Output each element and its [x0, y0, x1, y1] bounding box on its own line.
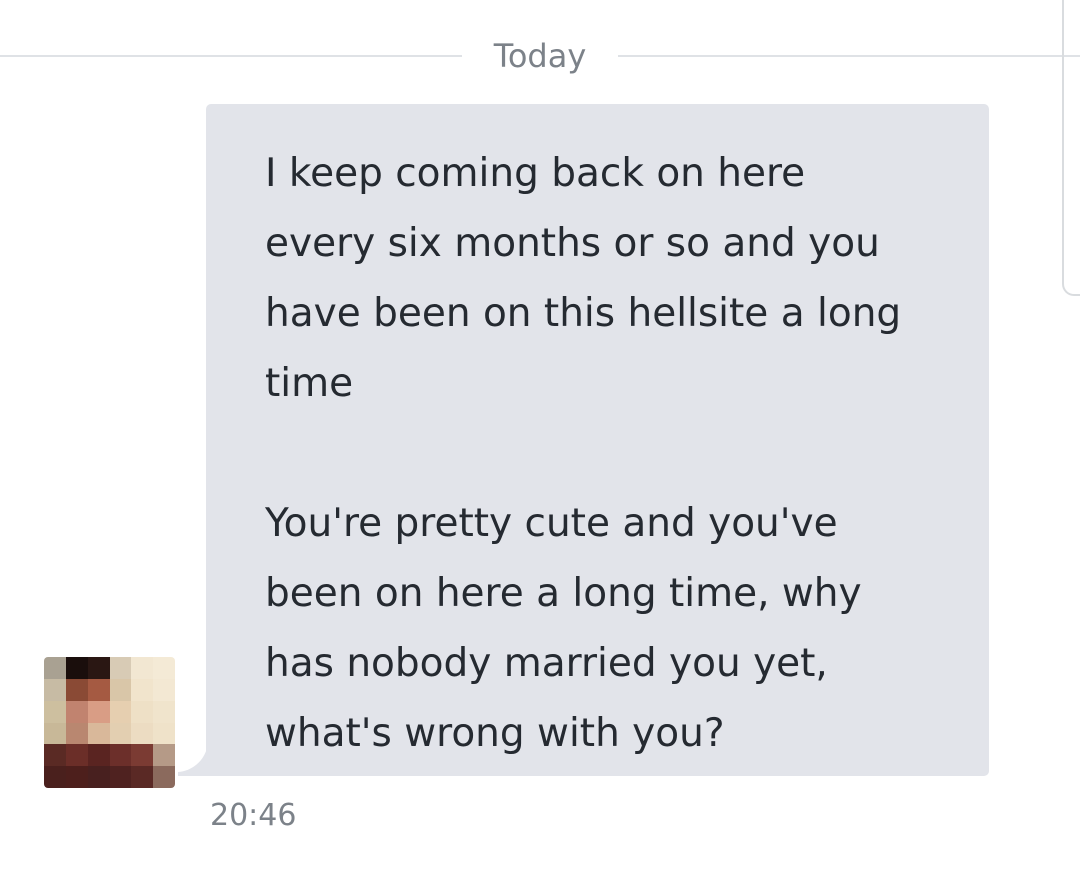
date-divider-label: Today [493, 37, 587, 75]
avatar-pixel [65, 722, 88, 745]
message-timestamp: 20:46 [210, 798, 297, 833]
message-bubble-tail [178, 718, 208, 776]
avatar-pixel [153, 722, 175, 745]
avatar-pixel [44, 766, 66, 788]
avatar-pixel [109, 744, 132, 767]
avatar-pixel [44, 744, 66, 767]
avatar-pixel [131, 744, 154, 767]
avatar-pixel [87, 700, 110, 723]
avatar-pixel [109, 700, 132, 723]
avatar-pixel [131, 657, 154, 679]
avatar-pixel [87, 744, 110, 767]
divider-line-right [618, 55, 1080, 57]
avatar-pixel [65, 678, 88, 701]
avatar-pixel [109, 722, 132, 745]
avatar-pixel [109, 678, 132, 701]
message-paragraph-1: I keep coming back on here every six mon… [265, 151, 902, 406]
avatar-pixel [131, 700, 154, 723]
message-paragraph-2: You're pretty cute and you've been on he… [265, 501, 862, 756]
avatar-pixel [153, 657, 175, 679]
message-bubble[interactable]: I keep coming back on here every six mon… [206, 104, 989, 776]
avatar-pixel [65, 766, 88, 788]
avatar-pixel [44, 700, 66, 723]
avatar-pixel [87, 657, 110, 679]
avatar-pixel [44, 678, 66, 701]
avatar-pixel [44, 722, 66, 745]
avatar-pixel [131, 678, 154, 701]
avatar-pixel [87, 766, 110, 788]
avatar-pixel [65, 657, 88, 679]
scroll-panel-edge [1062, 0, 1080, 296]
avatar-pixel [153, 744, 175, 767]
avatar-pixel [109, 657, 132, 679]
sender-avatar[interactable] [44, 657, 175, 788]
date-divider: Today [0, 30, 1080, 82]
avatar-pixel [87, 722, 110, 745]
avatar-pixel [44, 657, 66, 679]
avatar-pixel [65, 700, 88, 723]
avatar-pixel [87, 678, 110, 701]
avatar-pixel [109, 766, 132, 788]
avatar-pixel [65, 744, 88, 767]
divider-line-left [0, 55, 462, 57]
avatar-pixel [153, 678, 175, 701]
avatar-pixel [131, 722, 154, 745]
avatar-pixel [131, 766, 154, 788]
avatar-pixel [153, 700, 175, 723]
avatar-pixel [153, 766, 175, 788]
